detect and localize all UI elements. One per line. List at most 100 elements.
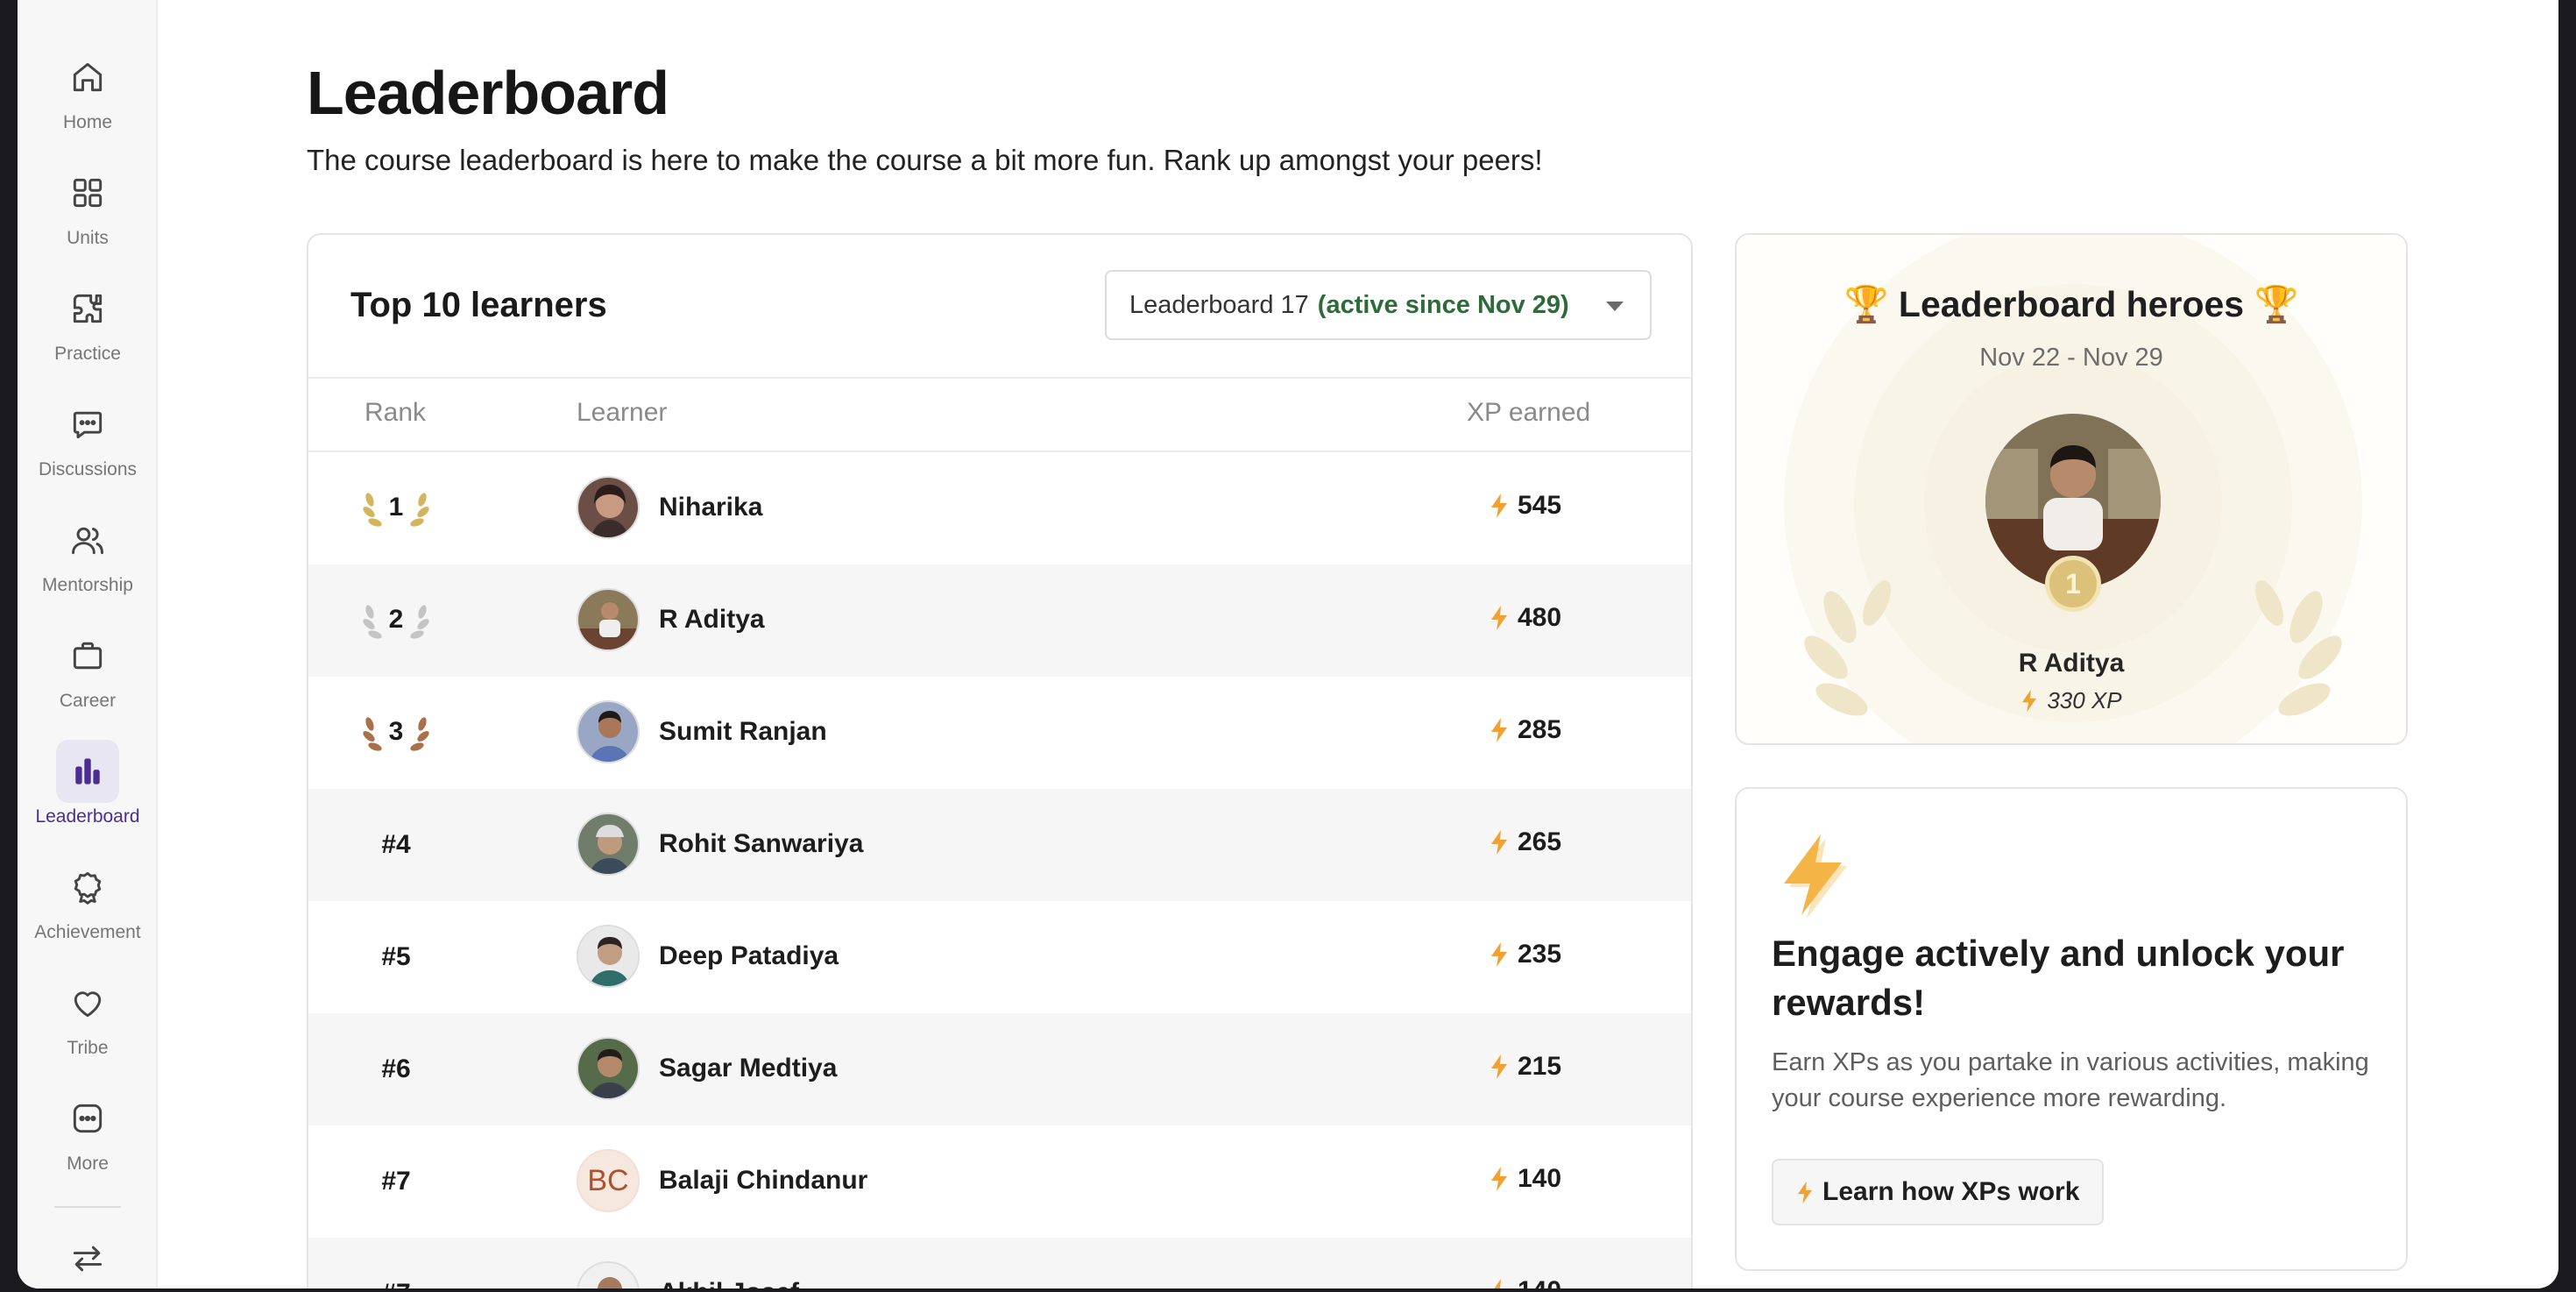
sidebar-item-label: Tribe: [67, 1038, 109, 1058]
table-row[interactable]: #6 Sagar Medtiya 215: [308, 1013, 1691, 1125]
grid-icon: [56, 161, 119, 224]
page-title: Leaderboard: [307, 59, 669, 127]
xp-number: 545: [1518, 491, 1562, 520]
chevron-down-icon: [1606, 302, 1624, 311]
select-status: (active since Nov 29): [1317, 290, 1569, 319]
sidebar-item-leaderboard[interactable]: Leaderboard: [18, 738, 158, 843]
sidebar-item-achievement[interactable]: Achievement: [18, 854, 158, 959]
heart-icon: [56, 971, 119, 1034]
users-icon: [56, 508, 119, 571]
sidebar-item-practice[interactable]: Practice: [18, 275, 158, 380]
column-header-rank: Rank: [364, 398, 427, 427]
briefcase-icon: [56, 624, 119, 687]
rank-number: 3: [388, 717, 404, 746]
learner-name: Sagar Medtiya: [659, 1054, 838, 1083]
rank-number: 1: [388, 493, 404, 522]
sidebar-item-discussions[interactable]: Discussions: [18, 391, 158, 496]
sidebar-item-label: Practice: [54, 344, 121, 364]
xp-value: 215: [1490, 1052, 1561, 1082]
sidebar-item-label: Home: [62, 112, 113, 132]
sidebar-item-label: Mentorship: [42, 575, 133, 595]
xp-value: 140: [1490, 1164, 1561, 1194]
rank-number: #5: [381, 942, 411, 971]
more-icon: [56, 1087, 119, 1150]
rank-number: #4: [381, 830, 411, 859]
sidebar-item-label: Discussions: [38, 459, 138, 479]
sidebar-item-career[interactable]: Career: [18, 622, 158, 728]
learner-name: R Aditya: [659, 605, 765, 634]
xp-number: 140: [1518, 1276, 1561, 1288]
learner-name: Balaji Chindanur: [659, 1166, 868, 1195]
sidebar: Home Units Practice Discussions Mentorsh…: [18, 0, 158, 1288]
sidebar-item-more[interactable]: More: [18, 1085, 158, 1190]
bolt-icon: [1491, 830, 1507, 855]
table-row[interactable]: #5 Deep Patadiya 235: [308, 901, 1691, 1013]
sidebar-item-label: Units: [67, 228, 109, 248]
xp-number: 235: [1518, 940, 1562, 969]
trophy-icon: 🏆: [2254, 284, 2299, 324]
gold-medal-icon: 1: [2045, 556, 2101, 612]
bolt-icon: [1491, 1167, 1507, 1191]
bolt-icon: [1797, 1181, 1813, 1203]
table-row[interactable]: 2 R Aditya 480: [308, 564, 1691, 677]
column-header-learner: Learner: [577, 398, 668, 427]
rank-number: #7: [357, 1238, 435, 1288]
hero-name: R Aditya: [2018, 649, 2125, 678]
sidebar-item-label: Achievement: [34, 922, 141, 942]
chat-icon: [56, 393, 119, 456]
bolt-icon: [1491, 606, 1507, 630]
column-header-xp: XP earned: [1467, 398, 1591, 427]
swap-arrows-icon: [56, 1229, 119, 1288]
xp-value: 545: [1490, 491, 1561, 521]
xp-value: 140: [1490, 1276, 1561, 1288]
leaderboard-select[interactable]: Leaderboard 17 (active since Nov 29): [1105, 270, 1652, 340]
select-label: Leaderboard 17: [1129, 290, 1309, 319]
sidebar-item-label: Career: [59, 691, 117, 711]
sidebar-item-mentorship[interactable]: Mentorship: [18, 507, 158, 612]
avatar: [577, 813, 640, 876]
switch-button[interactable]: [18, 1227, 158, 1288]
learner-name: Sumit Ranjan: [659, 717, 827, 746]
table-row[interactable]: #4 Rohit Sanwariya 265: [308, 789, 1691, 901]
sidebar-item-tribe[interactable]: Tribe: [18, 969, 158, 1075]
hero-xp-text: 330 XP: [2047, 687, 2122, 713]
bolt-icon: [1784, 834, 1847, 919]
avatar: [577, 700, 640, 763]
engage-text: Earn XPs as you partake in various activ…: [1772, 1048, 2369, 1112]
table-row[interactable]: #7 Akhil Josef 140: [308, 1238, 1691, 1288]
learner-name: Deep Patadiya: [659, 941, 839, 970]
award-icon: [56, 855, 119, 919]
rank-number: #7: [381, 1167, 411, 1196]
avatar-initials: BC: [577, 1149, 640, 1212]
bolt-icon: [1494, 1279, 1507, 1288]
heroes-title-text: Leaderboard heroes: [1898, 284, 2245, 324]
table-row[interactable]: #7 BC Balaji Chindanur 140: [308, 1125, 1691, 1238]
xp-number: 215: [1518, 1052, 1562, 1081]
heroes-date-range: Nov 22 - Nov 29: [1979, 344, 2163, 372]
learner-name: Rohit Sanwariya: [659, 829, 864, 858]
avatar: [577, 925, 640, 988]
page-subtitle: The course leaderboard is here to make t…: [307, 144, 1543, 176]
xp-number: 265: [1518, 827, 1562, 856]
learn-xp-button[interactable]: Learn how XPs work: [1772, 1159, 2105, 1225]
sidebar-item-home[interactable]: Home: [18, 44, 158, 149]
bar-chart-icon: [56, 740, 119, 803]
hero-xp: 330 XP: [1737, 687, 2406, 714]
leaderboard-card: Top 10 learners Leaderboard 17 (active s…: [307, 233, 1693, 1288]
rank-number: #6: [381, 1054, 411, 1083]
learner-name: Akhil Josef: [659, 1278, 799, 1288]
avatar: [577, 1037, 640, 1100]
table-row[interactable]: 1 Niharika 545: [308, 452, 1691, 564]
board-heading: Top 10 learners: [350, 286, 607, 324]
divider: [308, 377, 1691, 379]
xp-number: 140: [1518, 1164, 1562, 1193]
table-row[interactable]: 3 Sumit Ranjan 285: [308, 677, 1691, 789]
bolt-icon: [1491, 942, 1507, 967]
xp-value: 285: [1490, 715, 1561, 745]
bolt-icon: [1491, 1054, 1507, 1079]
xp-value: 480: [1490, 603, 1561, 633]
xp-number: 285: [1518, 715, 1562, 744]
app-window: Home Units Practice Discussions Mentorsh…: [18, 0, 2558, 1288]
sidebar-item-label: More: [67, 1154, 109, 1174]
sidebar-item-units[interactable]: Units: [18, 160, 158, 265]
